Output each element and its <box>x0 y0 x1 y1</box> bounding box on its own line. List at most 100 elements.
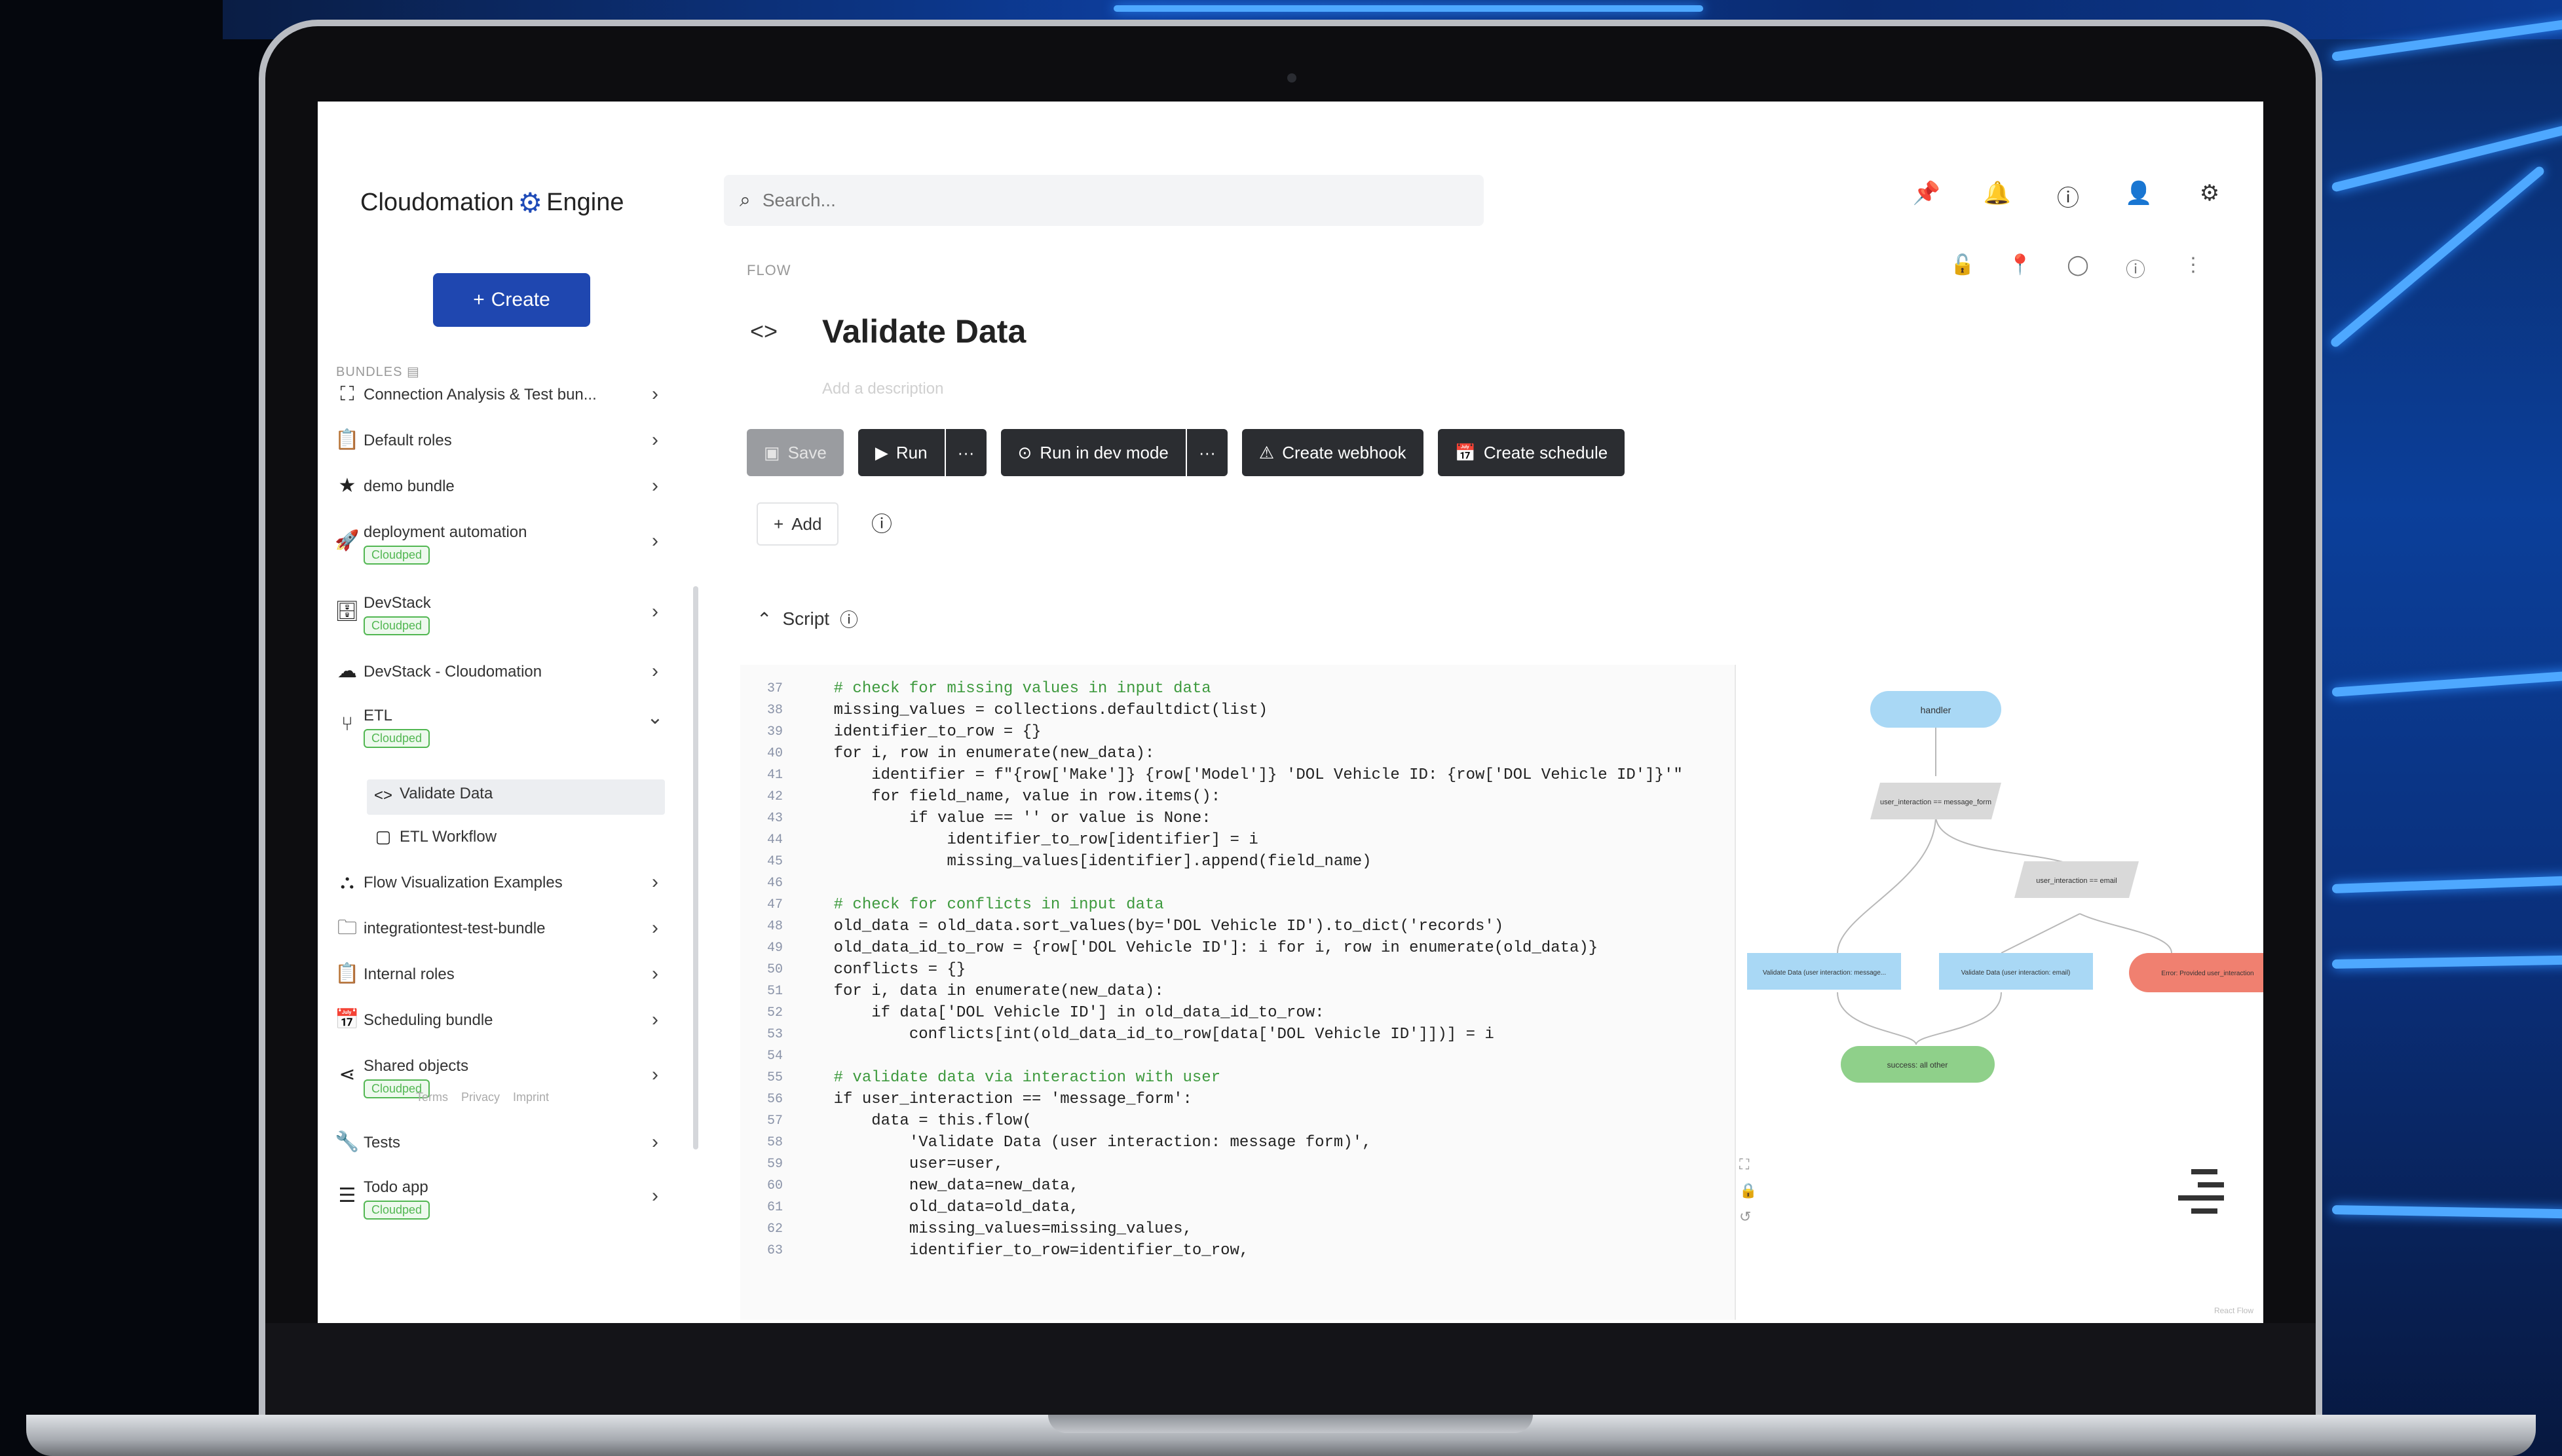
code-line[interactable]: 56 if user_interaction == 'message_form'… <box>740 1089 1735 1110</box>
code-line[interactable]: 58 'Validate Data (user interaction: mes… <box>740 1132 1735 1153</box>
code-line[interactable]: 44 identifier_to_row[identifier] = i <box>740 829 1735 851</box>
sidebar-item-demo-bundle[interactable]: ★ demo bundle › <box>331 475 665 497</box>
bell-icon[interactable]: 🔔 <box>1983 180 2012 212</box>
terms-link[interactable]: Terms <box>416 1091 448 1104</box>
edge <box>1837 815 1936 954</box>
code-line[interactable]: 38 missing_values = collections.defaultd… <box>740 700 1735 721</box>
code-line[interactable]: 40 for i, row in enumerate(new_data): <box>740 743 1735 764</box>
lock-icon[interactable]: 🔓 <box>1948 253 1977 282</box>
run-dev-mode-button[interactable]: ⊙ Run in dev mode <box>1000 429 1186 476</box>
script-section-header[interactable]: ⌃ Script ⓘ <box>757 606 858 632</box>
create-webhook-button[interactable]: ⚠ Create webhook <box>1241 429 1423 476</box>
code-line[interactable]: 47 # check for conflicts in input data <box>740 894 1735 916</box>
code-line[interactable]: 45 missing_values[identifier].append(fie… <box>740 851 1735 872</box>
react-flow-watermark: React Flow <box>2214 1306 2253 1315</box>
sidebar-item-text: ETL Cloudped <box>364 704 645 748</box>
flow-node-success[interactable]: success: all other <box>1841 1046 1995 1083</box>
code-line[interactable]: 42 for field_name, value in row.items(): <box>740 786 1735 808</box>
sidebar-item-default-roles[interactable]: 📋 Default roles › <box>331 429 665 451</box>
breadcrumb[interactable]: FLOW <box>747 262 791 279</box>
sidebar-subitem-validate-data[interactable]: <> Validate Data <box>367 779 665 815</box>
sidebar-item-label: Scheduling bundle <box>364 1011 493 1029</box>
sidebar-subitem-etl-workflow[interactable]: ▢ ETL Workflow <box>367 825 665 848</box>
sidebar-item-tests[interactable]: 🔧 Tests › <box>331 1131 665 1153</box>
lock-icon[interactable]: 🔒 <box>1739 1182 1757 1199</box>
code-line[interactable]: 50 conflicts = {} <box>740 959 1735 980</box>
dev-mode-icon: ⊙ <box>1017 442 1032 462</box>
reset-icon[interactable]: ↺ <box>1739 1208 1757 1225</box>
code-line[interactable]: 60 new_data=new_data, <box>740 1175 1735 1197</box>
run-options-button[interactable]: ··· <box>945 429 987 476</box>
settings-icon[interactable]: ⚙ <box>2195 180 2224 212</box>
sidebar-item-connection-analysis[interactable]: ⛶ Connection Analysis & Test bun... › <box>331 383 665 405</box>
plus-icon: + <box>473 289 485 310</box>
flow-graph[interactable]: handler user_interaction == message_form… <box>1739 665 2263 1320</box>
code-line[interactable]: 59 user=user, <box>740 1153 1735 1175</box>
flow-node-condition-message-form[interactable]: user_interaction == message_form <box>1870 783 2001 819</box>
code-line[interactable]: 62 missing_values=missing_values, <box>740 1218 1735 1240</box>
sidebar-item-integrationtest[interactable]: 🗀 integrationtest-test-bundle › <box>331 917 665 939</box>
create-button[interactable]: + Create <box>433 273 590 327</box>
pin-icon[interactable]: 📍 <box>2006 253 2035 282</box>
code-editor[interactable]: 37 # check for missing values in input d… <box>740 665 1736 1320</box>
sidebar-item-devstack-cloudomation[interactable]: ☁ DevStack - Cloudomation › <box>331 660 665 682</box>
search-bar[interactable]: ⌕ <box>724 175 1484 226</box>
code-line[interactable]: 37 # check for missing values in input d… <box>740 678 1735 700</box>
minimap[interactable] <box>2178 1169 2224 1214</box>
sidebar-item-devstack[interactable]: 🗄 DevStack Cloudped › <box>331 591 665 635</box>
help-icon[interactable]: ⓘ <box>2054 180 2082 212</box>
flow-node-validate-email[interactable]: Validate Data (user interaction: email) <box>1939 953 2093 990</box>
folder-icon[interactable]: ▤ <box>407 365 420 379</box>
code-line[interactable]: 41 identifier = f"{row['Make']} {row['Mo… <box>740 764 1735 786</box>
user-icon[interactable]: 👤 <box>2124 180 2153 212</box>
sidebar-item-label: integrationtest-test-bundle <box>364 920 546 937</box>
sidebar-item-deployment-automation[interactable]: 🚀 deployment automation Cloudped › <box>331 521 665 565</box>
code-line[interactable]: 39 identifier_to_row = {} <box>740 721 1735 743</box>
pin-icon[interactable]: 📌 <box>1912 180 1941 212</box>
description-field[interactable]: Add a description <box>822 380 943 398</box>
run-button[interactable]: ▶ Run <box>857 429 945 476</box>
circle-icon[interactable]: ◯ <box>2063 253 2092 282</box>
code-line[interactable]: 48 old_data = old_data.sort_values(by='D… <box>740 916 1735 937</box>
more-icon[interactable]: ⋮ <box>2179 253 2208 282</box>
sidebar-scrollbar[interactable] <box>693 586 698 1149</box>
code-line[interactable]: 43 if value == '' or value is None: <box>740 808 1735 829</box>
code-line[interactable]: 49 old_data_id_to_row = {row['DOL Vehicl… <box>740 937 1735 959</box>
help-icon[interactable]: ⓘ <box>840 606 858 632</box>
code-line[interactable]: 54 <box>740 1045 1735 1067</box>
save-button[interactable]: ▣ Save <box>747 429 844 476</box>
info-icon[interactable]: ⓘ <box>2121 253 2150 282</box>
help-icon[interactable]: ⓘ <box>871 508 892 538</box>
brand-logo[interactable]: Cloudomation ⚙ Engine <box>360 187 624 219</box>
create-schedule-button[interactable]: 📅 Create schedule <box>1437 429 1625 476</box>
add-button[interactable]: + Add <box>757 502 839 546</box>
sidebar-item-label: ETL <box>364 707 393 724</box>
flow-node-handler[interactable]: handler <box>1870 691 2001 728</box>
sidebar-item-etl[interactable]: ⑂ ETL Cloudped ⌄ <box>331 704 665 748</box>
flow-node-validate-message[interactable]: Validate Data (user interaction: message… <box>1747 953 1901 990</box>
sidebar-item-scheduling-bundle[interactable]: 📅 Scheduling bundle › <box>331 1009 665 1031</box>
chevron-right-icon: › <box>652 601 658 622</box>
page-title[interactable]: Validate Data <box>822 312 1026 350</box>
sidebar-item-todo-app[interactable]: ☰ Todo app Cloudped › <box>331 1176 665 1220</box>
flow-node-error[interactable]: Error: Provided user_interaction <box>2129 953 2263 992</box>
privacy-link[interactable]: Privacy <box>461 1091 500 1104</box>
sidebar-item-flow-visualization[interactable]: ⛬ Flow Visualization Examples › <box>331 871 665 893</box>
sidebar-item-internal-roles[interactable]: 📋 Internal roles › <box>331 963 665 985</box>
search-icon: ⌕ <box>740 189 751 211</box>
line-number: 61 <box>766 1200 783 1215</box>
code-line[interactable]: 52 if data['DOL Vehicle ID'] in old_data… <box>740 1002 1735 1024</box>
imprint-link[interactable]: Imprint <box>513 1091 549 1104</box>
search-input[interactable] <box>762 190 1352 211</box>
fit-view-icon[interactable]: ⛶ <box>1739 1156 1757 1173</box>
flow-node-condition-email[interactable]: user_interaction == email <box>2014 861 2139 898</box>
code-line[interactable]: 61 old_data=old_data, <box>740 1197 1735 1218</box>
code-line[interactable]: 55 # validate data via interaction with … <box>740 1067 1735 1089</box>
run-dev-options-button[interactable]: ··· <box>1186 429 1228 476</box>
code-line[interactable]: 53 conflicts[int(old_data_id_to_row[data… <box>740 1024 1735 1045</box>
code-line[interactable]: 57 data = this.flow( <box>740 1110 1735 1132</box>
chevron-right-icon: › <box>652 429 658 451</box>
code-line[interactable]: 46 <box>740 872 1735 894</box>
code-line[interactable]: 63 identifier_to_row=identifier_to_row, <box>740 1240 1735 1261</box>
code-line[interactable]: 51 for i, data in enumerate(new_data): <box>740 980 1735 1002</box>
